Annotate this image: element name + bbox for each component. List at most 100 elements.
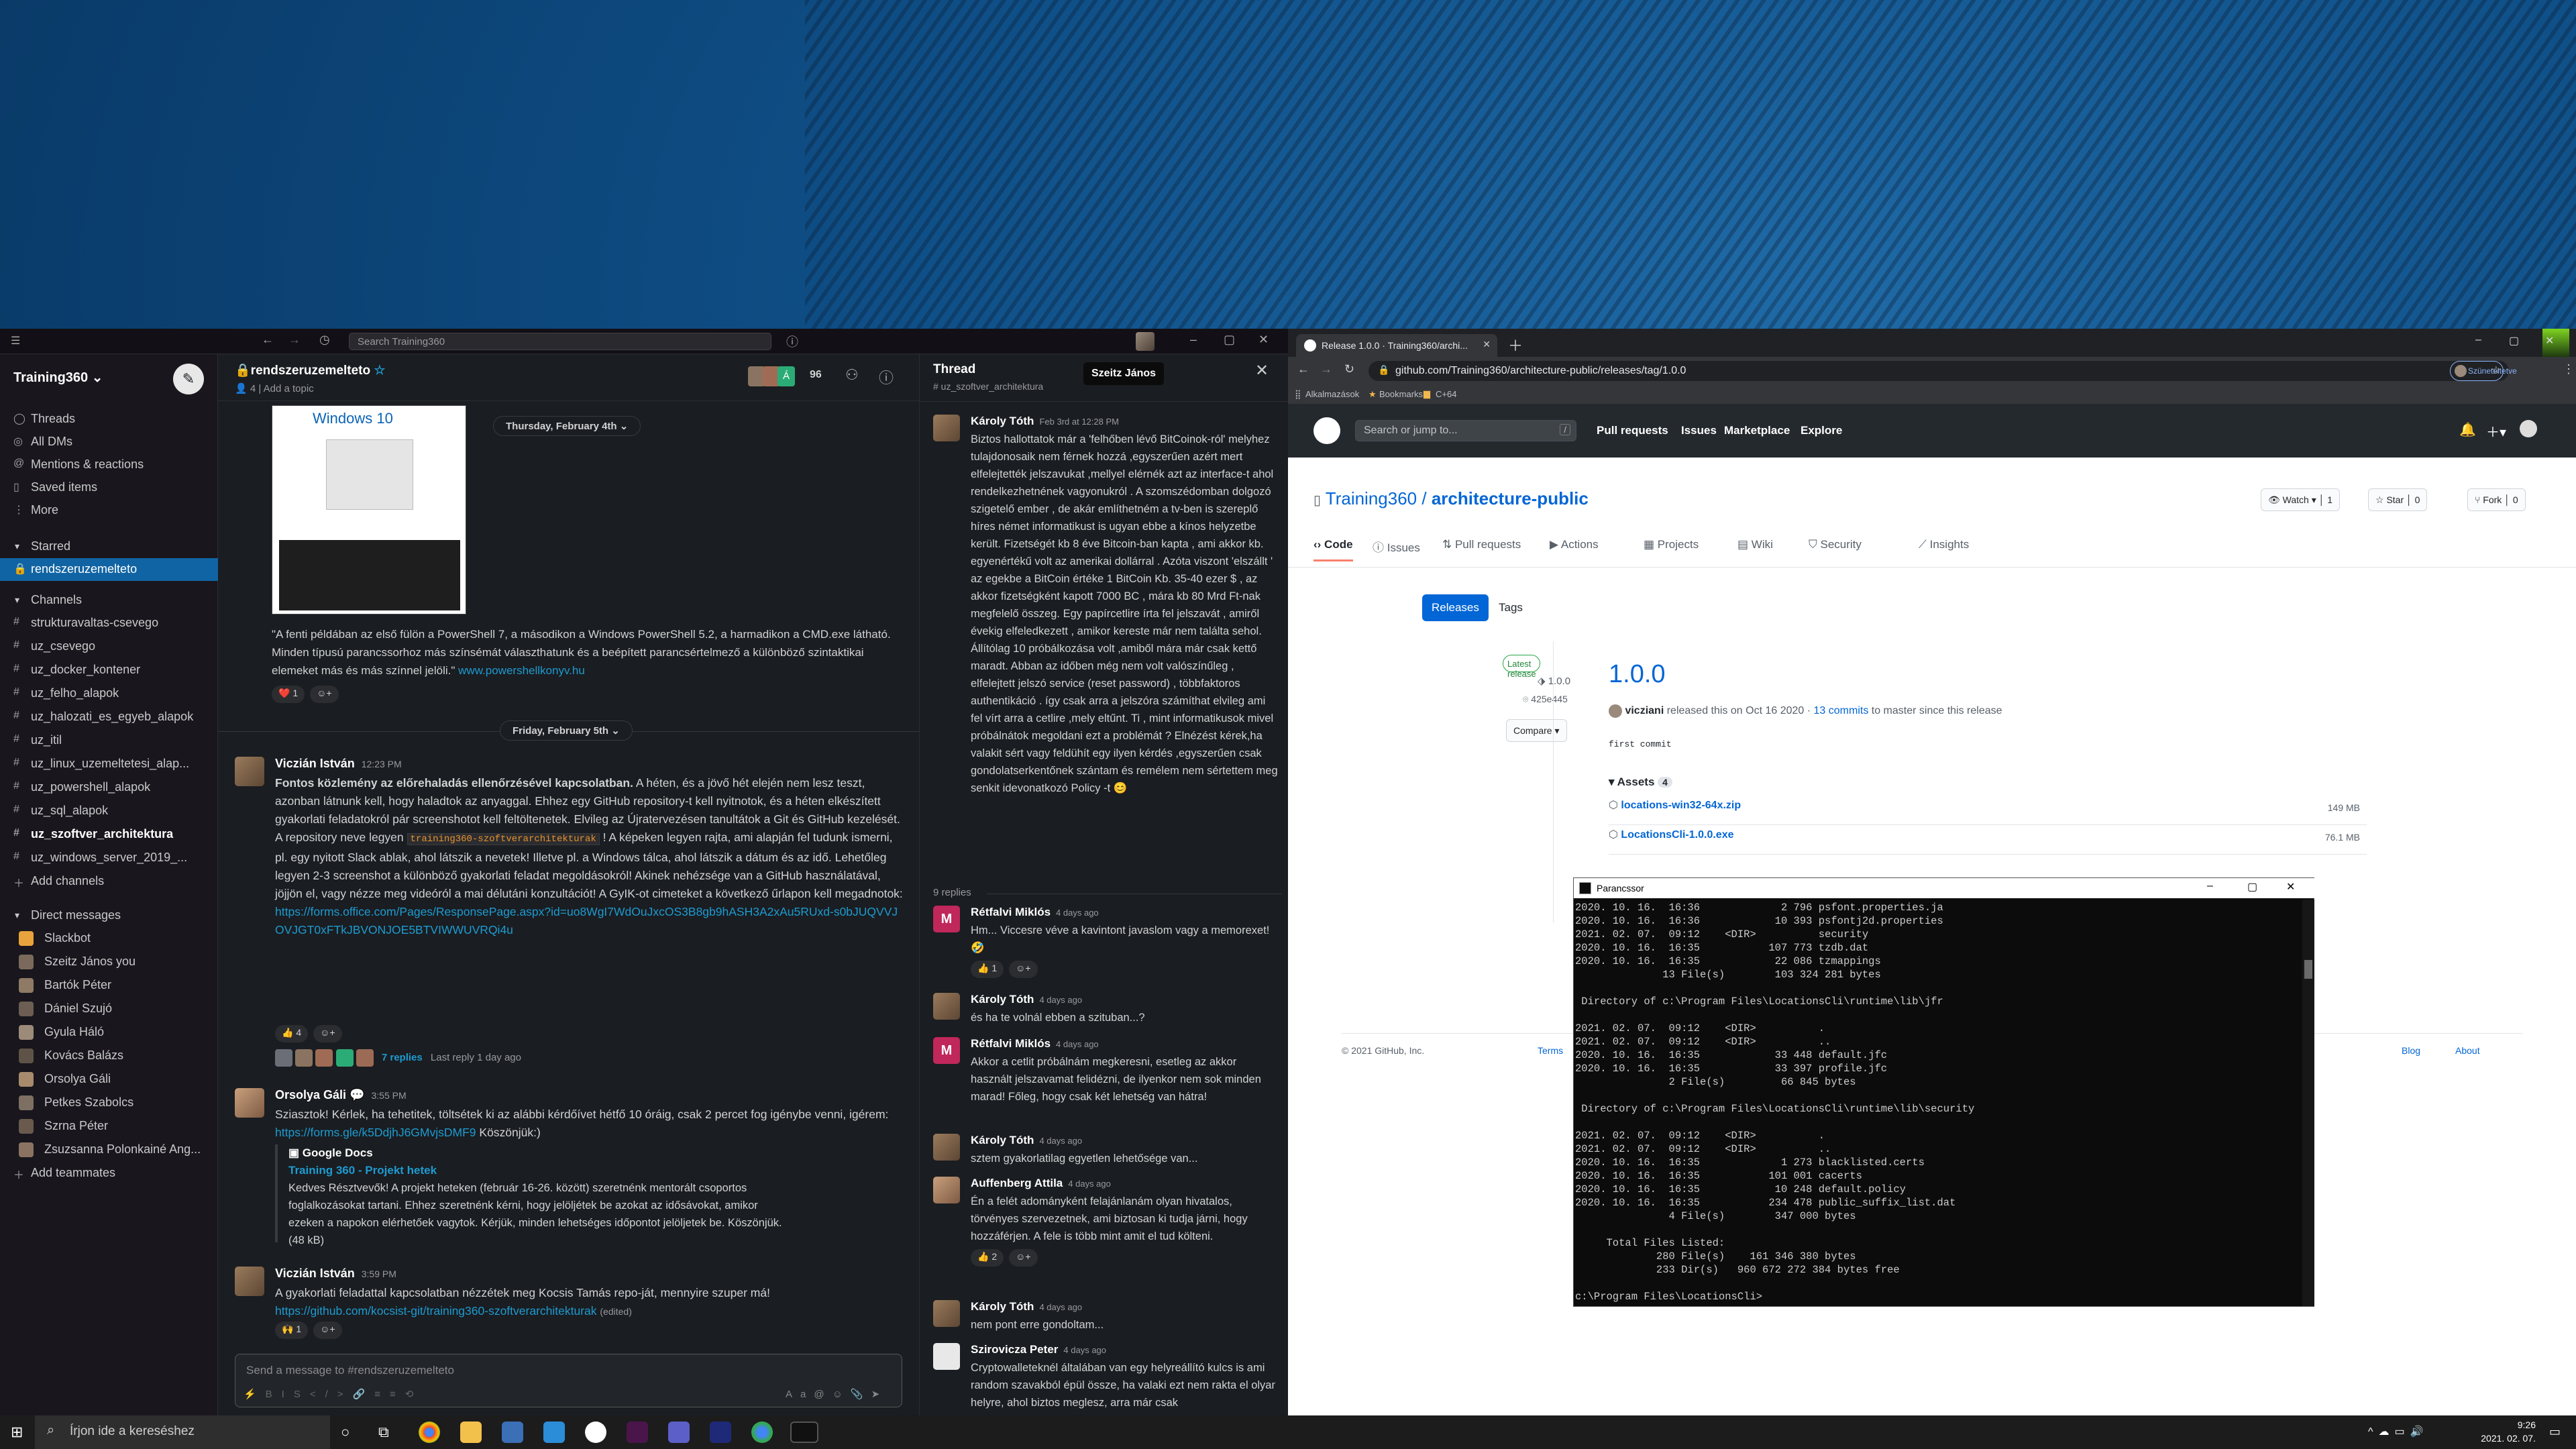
member-count-badge[interactable]: 96 bbox=[810, 369, 822, 381]
cmd-taskbar-icon[interactable] bbox=[790, 1421, 818, 1443]
minimize-icon[interactable]: – bbox=[1190, 333, 1197, 347]
history-icon[interactable]: ◷ bbox=[319, 333, 330, 347]
search-input[interactable]: Search Training360 bbox=[349, 333, 771, 350]
asset-name[interactable]: locations-win32-64x.zip bbox=[1621, 800, 1741, 811]
reaction-thumbs-up[interactable]: 👍 4 bbox=[275, 1025, 309, 1042]
bookmark-apps[interactable]: Alkalmazások bbox=[1305, 389, 1359, 399]
teams-icon[interactable] bbox=[668, 1421, 690, 1443]
explorer-icon[interactable] bbox=[460, 1421, 482, 1443]
avatar[interactable] bbox=[933, 993, 960, 1020]
plus-icon[interactable]: ＋▾ bbox=[2486, 421, 2506, 441]
dm-item[interactable]: Bartók Péter bbox=[0, 974, 218, 997]
clock[interactable]: 9:26 2021. 02. 07. bbox=[2481, 1418, 2536, 1445]
message-time[interactable]: Feb 3rd at 12:28 PM bbox=[1039, 417, 1119, 427]
channel-rendszeruzemelteto[interactable]: 🔒 rendszeruzemelteto bbox=[0, 558, 218, 581]
maximize-icon[interactable]: ▢ bbox=[1224, 333, 1235, 347]
tab-insights[interactable]: ⟋ Insights bbox=[1919, 538, 1969, 551]
back-arrow-icon[interactable]: ← bbox=[262, 333, 274, 347]
nav-explore[interactable]: Explore bbox=[1801, 424, 1842, 437]
close-icon[interactable]: ✕ bbox=[2545, 334, 2554, 347]
message-time[interactable]: 4 days ago bbox=[1039, 995, 1082, 1005]
release-title[interactable]: 1.0.0 bbox=[1609, 660, 1666, 689]
reload-icon[interactable]: ↻ bbox=[1344, 362, 1354, 376]
footer-about[interactable]: About bbox=[2455, 1045, 2480, 1056]
releases-tab-button[interactable]: Releases bbox=[1422, 594, 1489, 621]
message-composer[interactable]: Send a message to #rendszeruzemelteto ⚡B… bbox=[235, 1354, 902, 1407]
tab-close-icon[interactable]: ✕ bbox=[1483, 339, 1491, 350]
user-avatar[interactable] bbox=[1136, 332, 1155, 351]
avatar[interactable]: M bbox=[933, 1037, 960, 1064]
dm-item[interactable]: Szrna Péter bbox=[0, 1115, 218, 1138]
nav-saved[interactable]: ▯ Saved items bbox=[0, 476, 218, 499]
repo-link[interactable]: https://github.com/kocsist-git/training3… bbox=[275, 1304, 597, 1318]
nav-mentions[interactable]: @ Mentions & reactions bbox=[0, 453, 218, 476]
channel-item[interactable]: # uz_felho_alapok bbox=[0, 682, 218, 705]
compare-button[interactable]: Compare ▾ bbox=[1506, 719, 1567, 742]
info-icon[interactable]: ⓘ bbox=[879, 366, 894, 388]
nav-all-dms[interactable]: ◎ All DMs bbox=[0, 431, 218, 453]
star-button[interactable]: ☆ Star │ 0 bbox=[2368, 488, 2428, 511]
formatting-toolbar[interactable]: ⚡BIS</>🔗≡≡⟲ bbox=[244, 1388, 423, 1400]
avatar[interactable] bbox=[933, 1300, 960, 1327]
channel-title[interactable]: 🔒rendszeruzemelteto ☆ bbox=[235, 362, 385, 378]
add-reaction-icon[interactable]: ☺+ bbox=[310, 686, 339, 703]
bell-icon[interactable]: 🔔 bbox=[2459, 421, 2476, 438]
taskbar-search[interactable]: ⌕ Írjon ide a kereséshez bbox=[35, 1415, 330, 1449]
vscode-icon[interactable] bbox=[543, 1421, 565, 1443]
channel-item[interactable]: # uz_sql_alapok bbox=[0, 800, 218, 822]
message-time[interactable]: 3:59 PM bbox=[362, 1269, 396, 1279]
tab-issues[interactable]: ⓘ Issues bbox=[1373, 538, 1420, 555]
forms-link[interactable]: https://forms.gle/k5DdjhJ6GMvjsDMF9 bbox=[275, 1126, 476, 1139]
address-bar[interactable]: 🔒 github.com/Training360/architecture-pu… bbox=[1368, 361, 2509, 381]
commits-link[interactable]: 13 commits bbox=[1814, 705, 1869, 716]
channel-item[interactable]: # uz_halozati_es_egyeb_alapok bbox=[0, 706, 218, 729]
outlook-icon[interactable] bbox=[710, 1421, 731, 1443]
minimize-icon[interactable]: – bbox=[2475, 334, 2481, 346]
channel-item[interactable]: # strukturavaltas-csevego bbox=[0, 612, 218, 635]
fork-button[interactable]: ⑂ Fork │ 0 bbox=[2467, 488, 2526, 511]
thread-summary[interactable]: 7 replies Last reply 1 day ago bbox=[275, 1049, 521, 1069]
dm-item[interactable]: Zsuzsanna Polonkainé Ang... bbox=[0, 1138, 218, 1161]
reaction-raised-hands[interactable]: 🙌 1 bbox=[275, 1322, 309, 1339]
maximize-icon[interactable]: ▢ bbox=[2509, 334, 2519, 347]
avatar[interactable] bbox=[2520, 420, 2537, 437]
message-author[interactable]: Orsolya Gáli 💬 3:55 PM bbox=[275, 1088, 407, 1102]
nav-marketplace[interactable]: Marketplace bbox=[1724, 424, 1790, 437]
tab-code[interactable]: ‹› Code bbox=[1313, 538, 1353, 561]
scrollbar[interactable] bbox=[2302, 900, 2314, 1306]
cmd-titlebar[interactable]: Parancssor – ▢ ✕ bbox=[1574, 878, 2315, 898]
message-author[interactable]: Auffenberg Attila 4 days ago bbox=[971, 1177, 1111, 1190]
message-author[interactable]: Károly Tóth Feb 3rd at 12:28 PM bbox=[971, 415, 1119, 428]
scrollbar-thumb[interactable] bbox=[2304, 960, 2312, 979]
avatar[interactable] bbox=[933, 1177, 960, 1203]
message-author[interactable]: Viczián István 3:59 PM bbox=[275, 1267, 396, 1281]
tab-pull-requests[interactable]: ⇅ Pull requests bbox=[1442, 538, 1521, 551]
asset-name[interactable]: LocationsCli-1.0.0.exe bbox=[1621, 829, 1733, 841]
message-time[interactable]: 12:23 PM bbox=[362, 759, 402, 769]
add-reaction-icon[interactable]: ☺+ bbox=[1009, 1249, 1038, 1267]
dm-item[interactable]: Slackbot bbox=[0, 927, 218, 950]
avatar[interactable] bbox=[235, 757, 264, 786]
maximize-icon[interactable]: ▢ bbox=[2247, 880, 2257, 894]
nav-threads[interactable]: ◯ Threads bbox=[0, 408, 218, 431]
link-unfurl[interactable]: ▣ Google Docs Training 360 - Projekt het… bbox=[275, 1144, 785, 1246]
nav-issues[interactable]: Issues bbox=[1681, 424, 1717, 437]
reaction-heart[interactable]: ❤️ 1 bbox=[272, 686, 305, 703]
asset-row[interactable]: ⬡ locations-win32-64x.zip 149 MB bbox=[1609, 798, 2367, 825]
channel-item[interactable]: # uz_linux_uzemeltetesi_alap... bbox=[0, 753, 218, 775]
avatar[interactable] bbox=[235, 1267, 264, 1296]
tab-projects[interactable]: ▦ Projects bbox=[1644, 538, 1699, 551]
dm-item[interactable]: Gyula Háló bbox=[0, 1021, 218, 1044]
message-author[interactable]: Károly Tóth 4 days ago bbox=[971, 993, 1082, 1006]
avatar[interactable] bbox=[933, 1134, 960, 1161]
dm-section-header[interactable]: ▾ Direct messages bbox=[0, 904, 218, 927]
avatar[interactable] bbox=[235, 1088, 264, 1118]
watch-button[interactable]: 👁 Watch ▾ │ 1 bbox=[2261, 488, 2341, 511]
add-member-icon[interactable]: ⚇ bbox=[845, 366, 859, 384]
channels-section-header[interactable]: ▾ Channels bbox=[0, 589, 218, 612]
notification-icon[interactable]: ▭ bbox=[2549, 1425, 2561, 1439]
compose-icon[interactable]: ✎ bbox=[173, 364, 204, 394]
bookmark-folder[interactable]: Bookmarks bbox=[1379, 389, 1423, 399]
channel-item[interactable]: # uz_docker_kontener bbox=[0, 659, 218, 682]
bookmark-c64[interactable]: C+64 bbox=[1436, 389, 1456, 399]
